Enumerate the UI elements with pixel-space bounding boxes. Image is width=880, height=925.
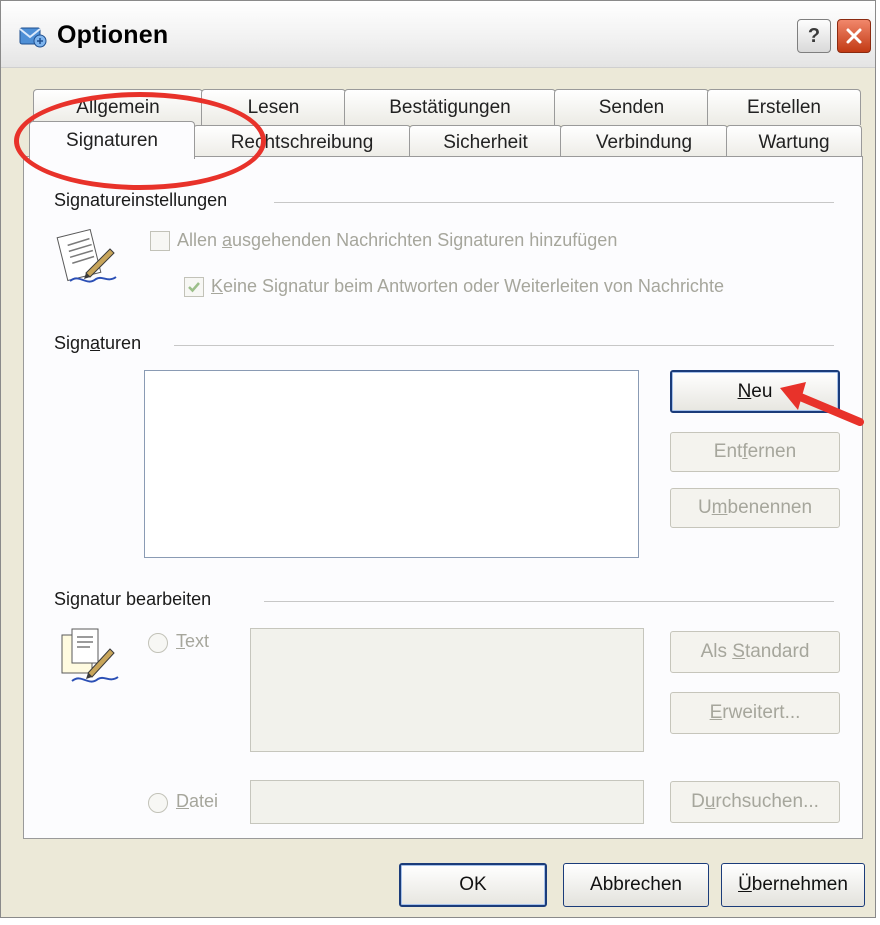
help-icon: ? — [807, 24, 821, 47]
edit-signature-icon — [61, 628, 119, 683]
tab-label: Verbindung — [595, 131, 693, 153]
group-label-edit-signature: Signatur bearbeiten — [54, 589, 220, 610]
group-divider — [274, 202, 834, 203]
file-radio[interactable] — [148, 793, 168, 813]
ok-button[interactable]: OK — [399, 863, 547, 907]
signatures-list[interactable] — [144, 370, 639, 558]
tab-label: Rechtschreibung — [230, 131, 374, 153]
signature-file-field[interactable] — [250, 780, 644, 824]
tab-page-signaturen: Signatureinstellungen Allen ausgehenden … — [23, 156, 863, 839]
group-label-signatures: Signaturen — [54, 333, 150, 354]
group-divider — [264, 601, 834, 602]
annotation-arrow-icon — [780, 382, 864, 426]
tab-label: Erstellen — [747, 96, 821, 118]
group-label-signature-settings: Signatureinstellungen — [54, 190, 236, 211]
tab-bestaetigungen[interactable]: Bestätigungen — [344, 89, 556, 125]
button-label: Umbenennen — [697, 497, 813, 518]
help-button[interactable]: ? — [797, 19, 831, 53]
button-label: Entfernen — [713, 441, 797, 462]
set-default-button[interactable]: Als Standard — [670, 631, 840, 673]
tab-rechtschreibung[interactable]: Rechtschreibung — [193, 125, 411, 159]
apply-button[interactable]: Übernehmen — [721, 863, 865, 907]
tab-label: Lesen — [247, 96, 300, 118]
text-radio-label: Text — [176, 631, 210, 651]
tab-erstellen[interactable]: Erstellen — [707, 89, 861, 125]
tab-signaturen[interactable]: Signaturen — [29, 121, 195, 159]
text-radio[interactable] — [148, 633, 168, 653]
button-label: Als Standard — [700, 641, 810, 662]
no-signature-reply-label: Keine Signatur beim Antworten oder Weite… — [211, 276, 724, 296]
rename-signature-button[interactable]: Umbenennen — [670, 488, 840, 528]
tab-label: Signaturen — [66, 129, 158, 151]
add-signature-label: Allen ausgehenden Nachrichten Signaturen… — [177, 230, 618, 250]
checkmark-icon — [188, 282, 200, 293]
file-radio-label: Datei — [176, 791, 219, 811]
tab-label: Allgemein — [76, 96, 160, 118]
tab-senden[interactable]: Senden — [554, 89, 709, 125]
button-label: Erweitert... — [709, 702, 801, 723]
tab-label: Bestätigungen — [389, 96, 511, 118]
button-label: OK — [459, 874, 487, 895]
advanced-button[interactable]: Erweitert... — [670, 692, 840, 734]
tab-wartung[interactable]: Wartung — [726, 125, 862, 159]
close-button[interactable] — [837, 19, 871, 53]
group-divider — [174, 345, 834, 346]
cancel-button[interactable]: Abbrechen — [563, 863, 709, 907]
button-label: Abbrechen — [590, 874, 682, 895]
tab-lesen[interactable]: Lesen — [201, 89, 346, 125]
tab-label: Senden — [598, 96, 665, 118]
signature-settings-icon — [56, 229, 117, 283]
button-label: Durchsuchen... — [691, 791, 819, 812]
browse-button[interactable]: Durchsuchen... — [670, 781, 840, 823]
add-signature-checkbox[interactable] — [150, 231, 170, 251]
button-label: Neu — [737, 380, 773, 402]
tab-allgemein[interactable]: Allgemein — [33, 89, 203, 125]
window-title: Optionen — [57, 21, 169, 49]
outlook-express-icon — [19, 27, 47, 48]
signature-text-area[interactable] — [250, 628, 644, 752]
no-signature-reply-checkbox[interactable] — [184, 277, 204, 297]
close-icon — [846, 28, 862, 44]
remove-signature-button[interactable]: Entfernen — [670, 432, 840, 472]
tab-verbindung[interactable]: Verbindung — [560, 125, 728, 159]
tab-label: Wartung — [758, 131, 830, 153]
title-bar[interactable]: Optionen ? — [1, 1, 875, 68]
options-dialog: Optionen ? Allgemein Lesen Bestätigungen… — [0, 0, 876, 918]
tab-label: Sicherheit — [443, 131, 528, 153]
tab-sicherheit[interactable]: Sicherheit — [409, 125, 562, 159]
button-label: Übernehmen — [738, 874, 848, 895]
